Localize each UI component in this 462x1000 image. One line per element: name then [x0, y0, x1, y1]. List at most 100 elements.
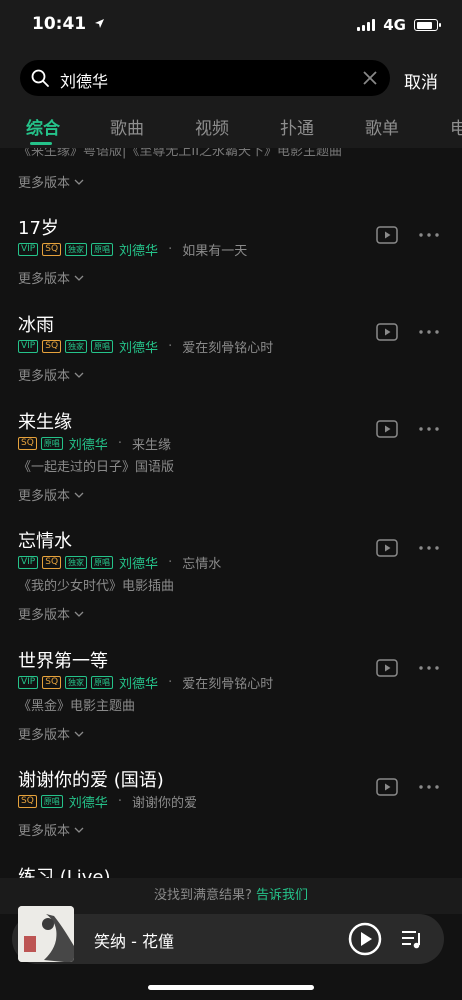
song-title: 冰雨 [18, 315, 54, 336]
song-subtitle: 《黑金》电影主题曲 [18, 699, 136, 714]
clipped-subtitle: 《来生缘》粤语版|《至尊无上II之永霸天下》电影主题曲 [18, 148, 343, 159]
more-icon[interactable] [418, 784, 440, 790]
status-time: 10:41 [32, 14, 105, 34]
song-title: 17岁 [18, 218, 59, 239]
exclusive-badge: 独家 [65, 243, 88, 256]
more-icon[interactable] [418, 665, 440, 671]
more-versions-button[interactable]: 更多版本 [18, 485, 84, 504]
play-video-icon[interactable] [376, 539, 398, 557]
feedback-text: 没找到满意结果? [154, 888, 252, 903]
more-icon[interactable] [418, 232, 440, 238]
artist-name[interactable]: 刘德华 [69, 434, 108, 453]
vip-badge: VIP [18, 340, 39, 353]
tab-songs[interactable]: 歌曲 [110, 114, 144, 139]
more-icon[interactable] [418, 545, 440, 551]
artist-name[interactable]: 刘德华 [119, 240, 158, 259]
chevron-down-icon [74, 372, 84, 378]
more-versions-button[interactable]: 更多版本 [18, 268, 84, 287]
play-video-icon[interactable] [376, 659, 398, 677]
tab-putong[interactable]: 扑通 [280, 114, 314, 139]
song-title: 练习 (Live) [18, 867, 111, 878]
album-name: 爱在刻骨铭心时 [182, 341, 274, 356]
more-versions-button[interactable]: 更多版本 [18, 820, 84, 839]
sq-badge: SQ [42, 340, 62, 353]
more-icon[interactable] [418, 426, 440, 432]
album-cover[interactable] [18, 906, 74, 962]
chevron-down-icon [74, 827, 84, 833]
artist-name[interactable]: 刘德华 [69, 792, 108, 811]
artist-name[interactable]: 刘德华 [119, 337, 158, 356]
chevron-down-icon [74, 492, 84, 498]
original-badge: 原唱 [40, 795, 63, 808]
chevron-down-icon [74, 275, 84, 281]
play-video-icon[interactable] [376, 226, 398, 244]
exclusive-badge: 独家 [65, 676, 88, 689]
chevron-down-icon [74, 731, 84, 737]
search-icon [31, 69, 49, 87]
artist-name[interactable]: 刘德华 [119, 553, 158, 572]
song-title: 忘情水 [18, 531, 72, 552]
vip-badge: VIP [18, 243, 39, 256]
results-list[interactable]: 《来生缘》粤语版|《至尊无上II之永霸天下》电影主题曲 更多版本 17岁 VIP… [0, 148, 462, 878]
song-meta: VIP SQ 独家 原唱 刘德华 · 爱在刻骨铭心时 [18, 337, 273, 356]
original-badge: 原唱 [91, 556, 114, 569]
original-badge: 原唱 [91, 243, 114, 256]
song-subtitle: 《一起走过的日子》国语版 [18, 460, 175, 475]
album-art-image [18, 906, 74, 962]
play-video-icon[interactable] [376, 420, 398, 438]
original-badge: 原唱 [40, 437, 63, 450]
search-input[interactable]: 刘德华 [20, 60, 390, 96]
album-name: 忘情水 [182, 557, 222, 572]
play-video-icon[interactable] [376, 778, 398, 796]
sq-badge: SQ [42, 556, 62, 569]
song-title: 世界第一等 [18, 651, 108, 672]
song-title: 谢谢你的爱 (国语) [18, 770, 164, 791]
more-versions-button[interactable]: 更多版本 [18, 724, 84, 743]
status-bar: 10:41 4G [0, 0, 462, 50]
vip-badge: VIP [18, 556, 39, 569]
original-badge: 原唱 [91, 340, 114, 353]
sq-badge: SQ [18, 437, 37, 450]
tab-indicator [30, 142, 52, 145]
song-meta: VIP SQ 独家 原唱 刘德华 · 忘情水 [18, 553, 221, 572]
cancel-button[interactable]: 取消 [404, 68, 438, 93]
more-versions-button[interactable]: 更多版本 [18, 365, 84, 384]
vip-badge: VIP [18, 676, 39, 689]
song-subtitle: 《我的少女时代》电影插曲 [18, 579, 175, 594]
cellular-signal-icon [357, 19, 376, 31]
location-arrow-icon [95, 19, 105, 28]
tab-all[interactable]: 综合 [26, 114, 60, 139]
exclusive-badge: 独家 [65, 340, 88, 353]
search-tabs: 综合 歌曲 视频 扑通 歌单 电 [0, 106, 462, 148]
play-icon[interactable] [348, 922, 382, 956]
more-versions-button[interactable]: 更多版本 [18, 172, 84, 191]
chevron-down-icon [74, 179, 84, 185]
search-query: 刘德华 [60, 72, 109, 91]
playlist-icon[interactable] [400, 927, 424, 951]
clear-icon[interactable] [360, 68, 380, 88]
tab-playlists[interactable]: 歌单 [365, 114, 399, 139]
now-playing-title: 笑纳 - 花僮 [94, 932, 174, 951]
more-icon[interactable] [418, 329, 440, 335]
more-versions-button[interactable]: 更多版本 [18, 604, 84, 623]
song-meta: SQ 原唱 刘德华 · 谢谢你的爱 [18, 792, 197, 811]
tab-videos[interactable]: 视频 [195, 114, 229, 139]
album-name: 来生缘 [131, 438, 171, 453]
exclusive-badge: 独家 [65, 556, 88, 569]
song-meta: VIP SQ 独家 原唱 刘德华 · 爱在刻骨铭心时 [18, 673, 273, 692]
feedback-link[interactable]: 告诉我们 [256, 888, 308, 903]
tab-more[interactable]: 电 [450, 114, 462, 139]
album-name: 如果有一天 [182, 244, 248, 259]
album-name: 爱在刻骨铭心时 [182, 677, 274, 692]
artist-name[interactable]: 刘德华 [119, 673, 158, 692]
battery-icon [414, 19, 441, 31]
sq-badge: SQ [42, 676, 62, 689]
album-name: 谢谢你的爱 [131, 796, 197, 811]
mini-player[interactable]: 笑纳 - 花僮 [12, 906, 444, 964]
play-video-icon[interactable] [376, 323, 398, 341]
network-type: 4G [383, 16, 406, 34]
sq-badge: SQ [42, 243, 62, 256]
search-row: 刘德华 取消 [0, 50, 462, 106]
song-title: 来生缘 [18, 412, 72, 433]
chevron-down-icon [74, 611, 84, 617]
